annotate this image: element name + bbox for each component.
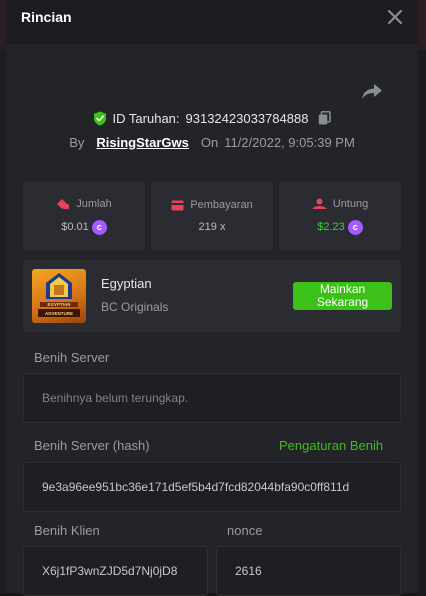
svg-text:EGYPTIAN: EGYPTIAN bbox=[47, 302, 70, 307]
game-thumbnail[interactable]: EGYPTIAN ADVENTURE bbox=[32, 269, 86, 323]
copy-icon bbox=[318, 111, 331, 125]
play-now-button[interactable]: Mainkan Sekarang bbox=[293, 282, 392, 310]
share-icon bbox=[361, 82, 383, 100]
game-provider: BC Originals bbox=[101, 300, 168, 314]
close-icon bbox=[386, 8, 404, 26]
bet-id-value: 93132423033784888 bbox=[186, 111, 309, 126]
close-button[interactable] bbox=[386, 8, 404, 26]
by-label: By bbox=[69, 135, 84, 150]
profit-icon bbox=[312, 198, 327, 210]
modal-header: Rincian bbox=[6, 0, 418, 44]
stat-payout-label: Pembayaran bbox=[190, 199, 252, 211]
modal-title: Rincian bbox=[21, 9, 72, 25]
coin-icon: c bbox=[348, 220, 363, 235]
client-seed-label: Benih Klien bbox=[34, 523, 100, 538]
bet-datetime: 11/2/2022, 9:05:39 PM bbox=[224, 135, 355, 150]
bet-id-row: ID Taruhan: 93132423033784888 bbox=[6, 108, 418, 128]
card-icon bbox=[171, 200, 184, 211]
stat-payout: Pembayaran 219 x bbox=[151, 182, 273, 250]
game-card: EGYPTIAN ADVENTURE Egyptian BC Originals… bbox=[23, 260, 401, 332]
nonce-field[interactable]: 2616 bbox=[216, 546, 401, 596]
server-seed-field: Benihnya belum terungkap. bbox=[23, 373, 401, 423]
server-seed-label: Benih Server bbox=[34, 350, 109, 365]
bet-author-row: By RisingStarGws On 11/2/2022, 9:05:39 P… bbox=[6, 132, 418, 152]
svg-text:ADVENTURE: ADVENTURE bbox=[45, 311, 73, 316]
bet-id-label: ID Taruhan: bbox=[113, 111, 180, 126]
bet-amount-icon bbox=[56, 198, 70, 210]
bet-stats: Jumlah $0.01 c Pembayaran 219 x bbox=[23, 182, 401, 250]
share-button[interactable] bbox=[361, 82, 383, 100]
backdrop-right-edge bbox=[418, 50, 426, 593]
username-link[interactable]: RisingStarGws bbox=[96, 135, 188, 150]
seed-settings-link[interactable]: Pengaturan Benih bbox=[279, 438, 383, 453]
on-label: On bbox=[201, 135, 218, 150]
client-seed-field[interactable]: X6j1fP3wnZJD5d7Nj0jD8 bbox=[23, 546, 208, 596]
copy-button[interactable] bbox=[318, 111, 331, 125]
stat-profit-label: Untung bbox=[333, 198, 368, 210]
server-seed-hash-field[interactable]: 9e3a96ee951bc36e171d5ef5b4d7fcd82044bfa9… bbox=[23, 462, 401, 512]
bet-details-modal: Rincian ID Taruhan: 93132423033784888 By… bbox=[6, 0, 418, 593]
stat-profit-value: $2.23 bbox=[317, 221, 345, 233]
stat-amount-value: $0.01 bbox=[61, 221, 89, 233]
pharaoh-logo: EGYPTIAN ADVENTURE bbox=[32, 269, 86, 323]
shield-check-icon bbox=[93, 111, 107, 126]
stat-amount-label: Jumlah bbox=[76, 198, 111, 210]
stat-payout-value: 219 x bbox=[199, 221, 226, 233]
stat-amount: Jumlah $0.01 c bbox=[23, 182, 145, 250]
server-seed-hash-label: Benih Server (hash) bbox=[34, 438, 150, 453]
game-name: Egyptian bbox=[101, 276, 152, 291]
coin-icon: c bbox=[92, 220, 107, 235]
play-now-label: Mainkan Sekarang bbox=[317, 283, 368, 309]
nonce-label: nonce bbox=[227, 523, 262, 538]
stat-profit: Untung $2.23 c bbox=[279, 182, 401, 250]
